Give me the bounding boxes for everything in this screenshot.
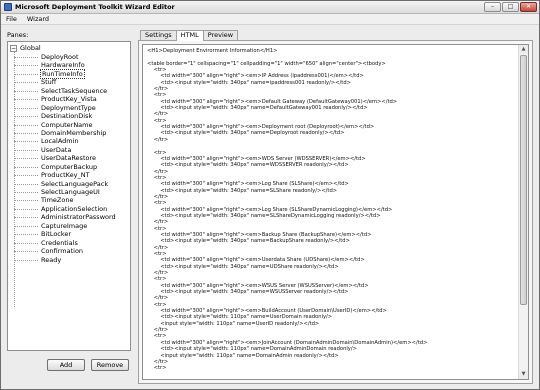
tree-item-label: BitLocker [41,230,72,239]
tree-item[interactable]: SelectTaskSequence [14,87,116,95]
window-title: Microsoft Deployment Toolkit Wizard Edit… [15,3,175,11]
tab-html[interactable]: HTML [175,30,204,41]
tree-item-label: CaptureImage [41,221,88,230]
tree-item-label: DomainMembership [41,128,107,137]
panes-panel: Panes: − Global DeployRoot HardwareInfo Ru… [7,31,131,381]
tree-item[interactable]: ComputerName [14,121,116,129]
tree-item[interactable]: BitLocker [14,230,116,238]
tree-item-label: SelectTaskSequence [41,86,108,95]
tree-item[interactable]: Ready [14,256,116,264]
tree-item[interactable]: ProductKey_Vista [14,95,116,103]
code-line: <tr> [147,365,167,372]
scroll-thumb[interactable] [520,55,527,305]
panes-label: Panes: [7,31,29,39]
add-button[interactable]: Add [47,359,85,371]
tree-items: DeployRoot HardwareInfo RunTimeInfo Stuff Se… [14,53,116,264]
tree-item-label: ProductKey_NT [41,171,90,180]
tree-item-label: RunTimeInfo [40,68,85,79]
tree-item-label: UserDataRestore [41,154,96,163]
tree-item[interactable]: Credentials [14,239,116,247]
menu-bar: File Wizard [1,14,539,25]
panes-tree[interactable]: − Global DeployRoot HardwareInfo RunTimeIn… [7,41,131,351]
tree-item[interactable]: RunTimeInfo [14,68,116,79]
collapse-icon[interactable]: − [10,44,17,52]
tree-item[interactable]: DestinationDisk [14,112,116,120]
editor-panel: Settings HTML Preview <H1>Deployment Env… [138,30,533,384]
vertical-scrollbar[interactable]: ▲ ▼ [518,45,528,379]
tree-item-label: SelectLanguagePack [41,179,109,188]
tree-item[interactable]: UserData [14,146,116,154]
close-button[interactable]: ✕ [520,2,537,12]
title-bar: Microsoft Deployment Toolkit Wizard Edit… [1,1,539,14]
tree-item[interactable]: ProductKey_NT [14,171,116,179]
menu-wizard[interactable]: Wizard [22,15,54,23]
tree-item[interactable]: CaptureImage [14,222,116,230]
tree-item-label: LocalAdmin [41,137,79,146]
menu-file[interactable]: File [1,15,22,23]
tree-root-global[interactable]: − Global [10,44,41,52]
remove-button[interactable]: Remove [91,359,129,371]
tree-item-label: DeploymentType [41,103,96,112]
tab-preview[interactable]: Preview [202,30,239,40]
tree-item-label: Confirmation [41,247,84,256]
tree-item[interactable]: ApplicationSelection [14,205,116,213]
tree-item[interactable]: Stuff [14,78,116,86]
tab-settings[interactable]: Settings [140,30,177,40]
tree-item[interactable]: LocalAdmin [14,137,116,145]
tree-item[interactable]: DeployRoot [14,53,116,61]
window-controls: – □ ✕ [484,2,537,12]
tree-item-label: ComputerName [41,120,93,129]
tree-item[interactable]: DomainMembership [14,129,116,137]
tree-item-label: AdministratorPassword [41,213,116,222]
tree-item[interactable]: SelectLanguageUI [14,188,116,196]
tree-item-label: TimeZone [41,196,74,205]
tab-strip: Settings HTML Preview [140,30,239,41]
tree-item[interactable]: ComputerBackup [14,163,116,171]
minimize-button[interactable]: – [484,2,501,12]
tree-item[interactable]: HardwareInfo [14,61,116,69]
tree-item-label: Ready [41,255,62,264]
html-code: <H1>Deployment Envirorment Information</… [147,48,513,372]
scroll-up-icon[interactable]: ▲ [519,45,528,54]
tree-item-label: Stuff [41,78,57,87]
tree-item-label: DeployRoot [41,53,79,61]
html-editor[interactable]: <H1>Deployment Envirorment Information</… [142,44,529,380]
tree-item[interactable]: AdministratorPassword [14,213,116,221]
app-icon [4,3,12,11]
tree-root-label: Global [20,44,41,52]
maximize-button[interactable]: □ [502,2,519,12]
tree-item[interactable]: Confirmation [14,247,116,255]
tree-item-label: HardwareInfo [41,61,85,70]
tree-item-label: ComputerBackup [41,162,98,171]
tree-item[interactable]: TimeZone [14,196,116,204]
tree-item[interactable]: SelectLanguagePack [14,180,116,188]
tree-item[interactable]: DeploymentType [14,104,116,112]
tab-panel-html: <H1>Deployment Envirorment Information</… [138,40,533,384]
tree-item-label: UserData [41,145,72,154]
tree-item-label: ProductKey_Vista [41,95,97,104]
scroll-down-icon[interactable]: ▼ [519,370,528,379]
tree-item-label: SelectLanguageUI [41,188,100,196]
tree-item-label: ApplicationSelection [41,204,108,213]
wizard-editor-window: Microsoft Deployment Toolkit Wizard Edit… [0,0,540,390]
tree-item-label: Credentials [41,238,78,247]
tree-item-label: DestinationDisk [41,112,93,121]
tree-item[interactable]: UserDataRestore [14,154,116,162]
